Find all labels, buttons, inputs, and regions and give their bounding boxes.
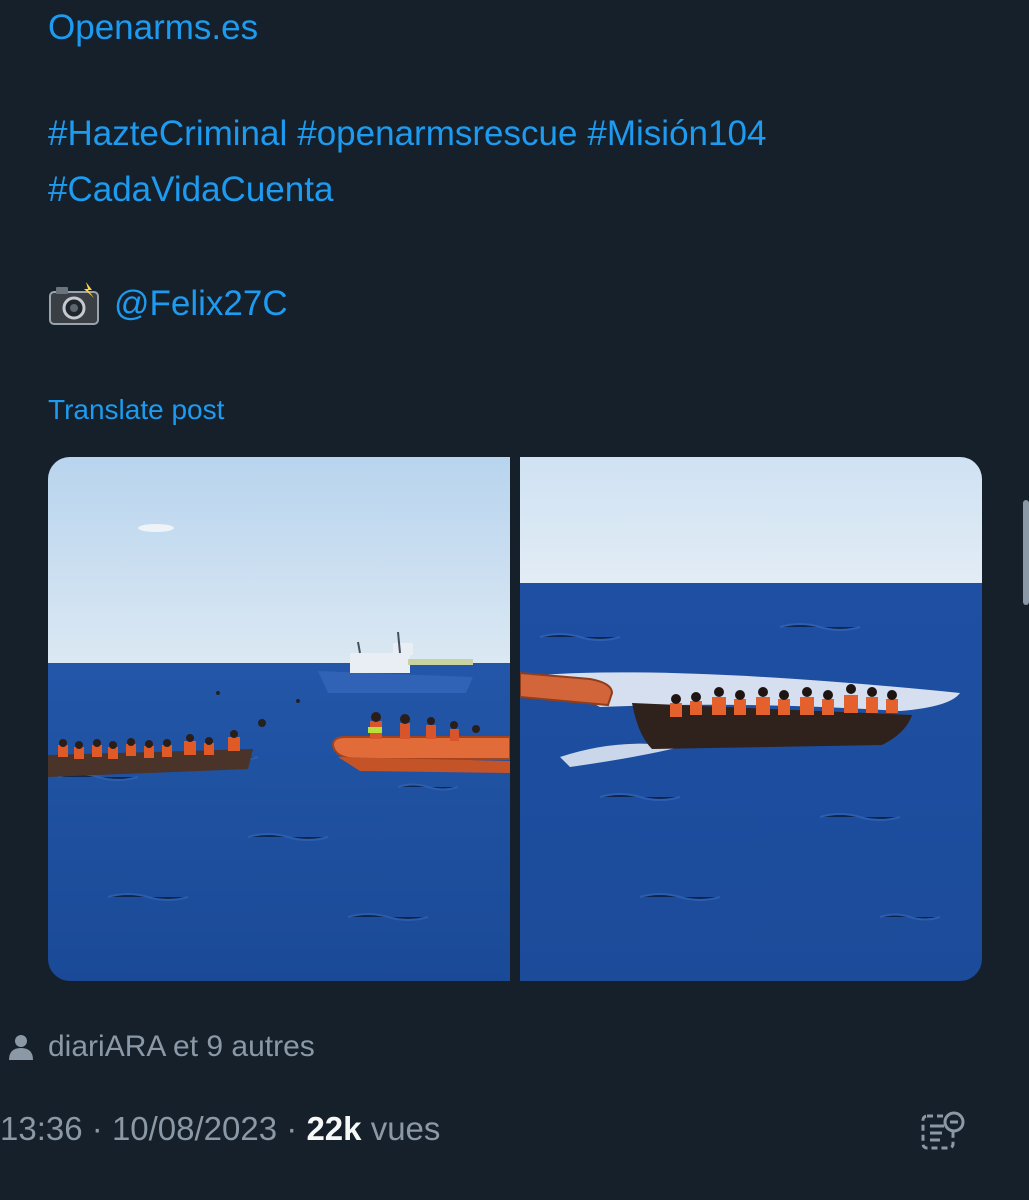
- camera-flash-icon: [48, 282, 100, 326]
- hashtag-link[interactable]: #CadaVidaCuenta: [48, 170, 333, 209]
- post-meta: 13:36 · 10/08/2023 · 22k vues: [0, 1110, 440, 1148]
- photo-wooden-boat[interactable]: [520, 457, 982, 981]
- hashtags-row: #CadaVidaCuenta: [48, 162, 766, 218]
- views-count: 22k: [306, 1110, 362, 1147]
- person-icon: [8, 1033, 34, 1061]
- hashtag-link[interactable]: #Misión104: [587, 114, 766, 153]
- photographer-handle[interactable]: @Felix27C: [114, 276, 288, 332]
- reposters-line[interactable]: diariARA et 9 autres: [8, 1030, 315, 1064]
- page-scrollbar[interactable]: [1023, 500, 1029, 605]
- post-analytics-icon[interactable]: [920, 1110, 966, 1152]
- post-date[interactable]: 10/08/2023: [112, 1110, 277, 1147]
- meta-separator: ·: [286, 1110, 298, 1147]
- hashtag-link[interactable]: #HazteCriminal: [48, 114, 287, 153]
- hashtags-block: #HazteCriminal #openarmsrescue #Misión104 …: [48, 106, 766, 218]
- photo-rescue-boats[interactable]: [48, 457, 510, 981]
- reposters-text: diariARA et 9 autres: [48, 1030, 315, 1063]
- media-gallery: [48, 457, 982, 981]
- openarms-link[interactable]: Openarms.es: [48, 8, 258, 47]
- hashtags-row: #HazteCriminal #openarmsrescue #Misión104: [48, 106, 766, 162]
- translate-post-link[interactable]: Translate post: [48, 394, 224, 426]
- photo-credit: @Felix27C: [48, 276, 288, 332]
- views-label: vues: [370, 1110, 441, 1147]
- hashtag-link[interactable]: #openarmsrescue: [297, 114, 577, 153]
- meta-separator: ·: [91, 1110, 103, 1147]
- post-link-line: Openarms.es: [48, 0, 258, 56]
- post-time[interactable]: 13:36: [0, 1110, 83, 1147]
